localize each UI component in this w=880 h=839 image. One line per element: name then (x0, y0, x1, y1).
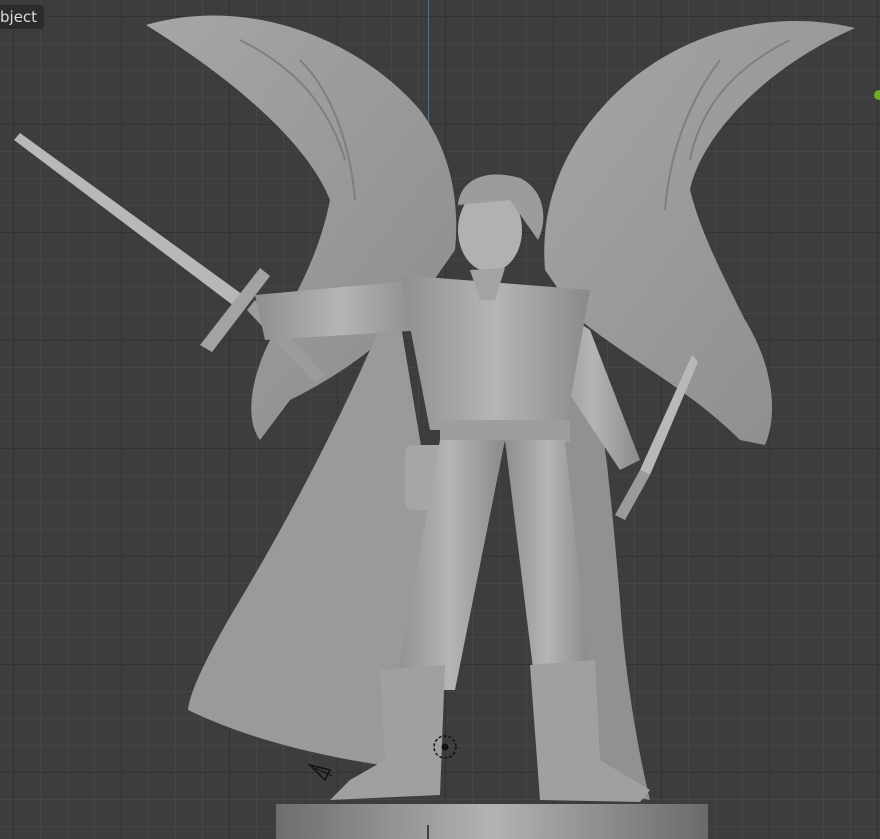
left-arm (255, 280, 425, 340)
camera-gizmo-icon[interactable] (307, 763, 333, 782)
3d-viewport[interactable]: bject (0, 0, 880, 839)
belt (440, 420, 570, 442)
light-gizmo-icon[interactable] (874, 90, 880, 100)
statue-model[interactable] (0, 0, 880, 839)
left-wing (146, 15, 457, 441)
base-pedestal (276, 804, 708, 839)
interaction-mode-label[interactable]: bject (0, 5, 45, 29)
